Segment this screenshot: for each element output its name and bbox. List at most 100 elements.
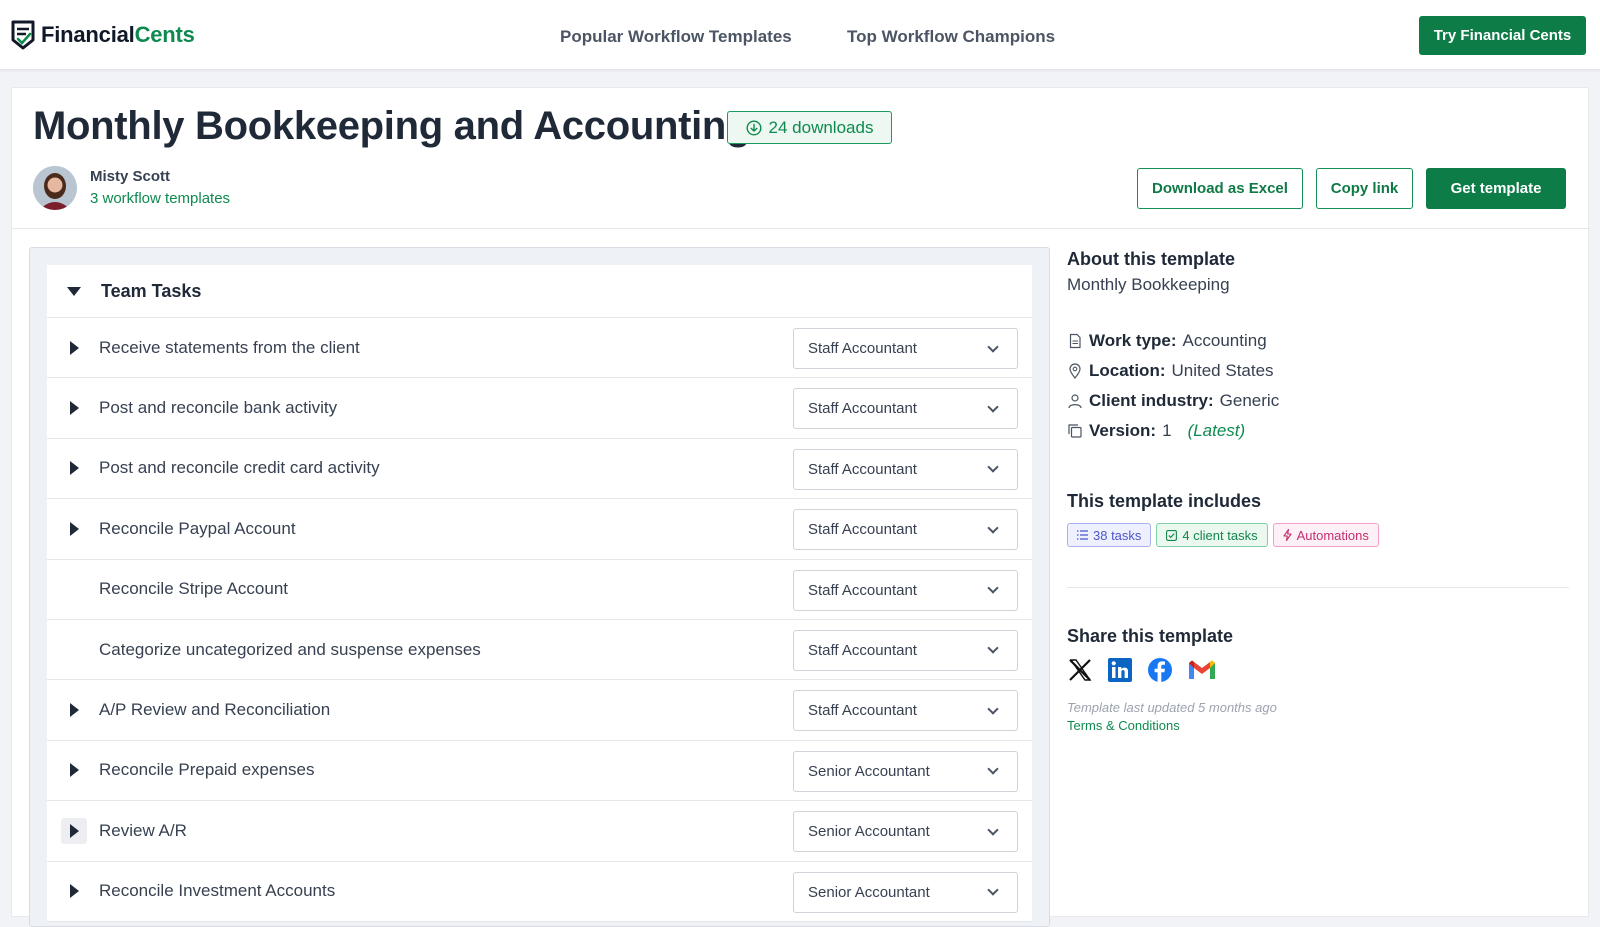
expand-toggle[interactable] [61, 395, 87, 421]
template-card: Monthly Bookkeeping and Accounting 24 do… [11, 87, 1590, 927]
caret-slot [47, 801, 99, 860]
version-label: Version: [1089, 421, 1157, 440]
section-title: Team Tasks [101, 280, 202, 301]
header-divider [12, 228, 1590, 229]
role-dropdown[interactable]: Senior Accountant [793, 871, 1018, 913]
task-row[interactable]: Post and reconcile credit card activity S… [47, 439, 1032, 500]
role-dropdown[interactable]: Senior Accountant [793, 750, 1018, 792]
expand-toggle[interactable] [61, 455, 87, 481]
chevron-down-icon [987, 582, 999, 594]
caret-right-icon [69, 703, 79, 718]
x-icon[interactable] [1067, 657, 1093, 683]
expand-toggle[interactable] [61, 817, 87, 844]
tasks-chip: 38 tasks [1067, 523, 1152, 547]
user-icon [1068, 394, 1082, 409]
nav-popular-templates[interactable]: Popular Workflow Templates [560, 27, 792, 47]
automations-chip: Automations [1272, 523, 1379, 547]
role-dropdown[interactable]: Senior Accountant [793, 811, 1018, 853]
location-row: Location: United States [1067, 361, 1274, 381]
section-header-team-tasks[interactable]: Team Tasks [47, 265, 1032, 318]
caret-down-icon[interactable] [67, 286, 81, 296]
caret-slot [47, 680, 99, 739]
caret-slot [47, 439, 99, 498]
role-dropdown-value: Staff Accountant [808, 460, 917, 478]
share-heading: Share this template [1067, 626, 1234, 646]
task-row[interactable]: Post and reconcile bank activity Staff Ac… [47, 378, 1032, 439]
expand-toggle[interactable] [61, 757, 87, 783]
expand-toggle[interactable] [61, 516, 87, 542]
role-dropdown[interactable]: Staff Accountant [793, 448, 1018, 490]
nav-top-champions[interactable]: Top Workflow Champions [847, 27, 1055, 47]
client-tasks-chip-label: 4 client tasks [1182, 527, 1258, 543]
download-circle-icon [746, 119, 762, 136]
brand-logo[interactable]: FinancialCents [10, 20, 195, 50]
role-dropdown-value: Staff Accountant [808, 400, 917, 418]
role-dropdown[interactable]: Staff Accountant [793, 690, 1018, 732]
role-dropdown-value: Staff Accountant [808, 340, 917, 357]
get-template-button[interactable]: Get template [1426, 168, 1566, 209]
task-row[interactable]: Reconcile Paypal Account Staff Accountant [47, 499, 1032, 560]
caret-right-icon [69, 823, 79, 838]
task-row[interactable]: Reconcile Prepaid expenses Senior Account… [47, 741, 1032, 802]
linkedin-icon[interactable] [1107, 657, 1133, 683]
checkbox-icon [1166, 529, 1178, 541]
caret-right-icon [69, 884, 79, 899]
task-panel: Team Tasks Receive statements from the c… [29, 247, 1050, 927]
logo-mark-icon [11, 20, 35, 50]
chevron-down-icon [987, 884, 999, 896]
gmail-icon[interactable] [1187, 657, 1217, 683]
includes-heading: This template includes [1067, 491, 1262, 511]
chevron-down-icon [987, 461, 999, 473]
role-dropdown-value: Senior Accountant [808, 823, 930, 841]
task-row[interactable]: Categorize uncategorized and suspense ex… [47, 620, 1032, 681]
role-dropdown[interactable]: Staff Accountant [793, 388, 1018, 430]
chevron-down-icon [987, 763, 999, 775]
version-latest-tag: (Latest) [1187, 421, 1246, 440]
copy-link-button[interactable]: Copy link [1316, 168, 1413, 209]
task-row[interactable]: A/P Review and Reconciliation Staff Accou… [47, 680, 1032, 741]
task-row[interactable]: Reconcile Stripe Account Staff Accountant [47, 560, 1032, 620]
avatar [33, 166, 77, 210]
task-list: Team Tasks Receive statements from the c… [47, 265, 1032, 922]
lightning-icon [1283, 529, 1292, 541]
task-row[interactable]: Receive statements from the client Staff … [47, 318, 1032, 379]
task-row[interactable]: Reconcile Investment Accounts Senior Acco… [47, 862, 1032, 922]
top-navbar: FinancialCents Popular Workflow Template… [0, 0, 1600, 70]
facebook-icon[interactable] [1147, 657, 1173, 683]
caret-slot [47, 499, 99, 558]
automations-chip-label: Automations [1296, 527, 1369, 543]
chevron-down-icon [987, 642, 999, 655]
role-dropdown[interactable]: Staff Accountant [793, 509, 1018, 551]
role-dropdown[interactable]: Staff Accountant [793, 328, 1018, 369]
caret-right-icon [69, 401, 79, 416]
client-tasks-chip: 4 client tasks [1156, 523, 1268, 547]
brand-name: FinancialCents [41, 22, 195, 47]
expand-toggle[interactable] [61, 335, 87, 361]
includes-chips: 38 tasks 4 client tasks Automations [1067, 523, 1379, 547]
about-description: Monthly Bookkeeping [1067, 275, 1230, 294]
author-name: Misty Scott [90, 168, 171, 185]
copy-icon [1068, 424, 1082, 438]
version-value: 1 [1162, 421, 1172, 440]
role-dropdown-value: Staff Accountant [808, 581, 917, 599]
terms-link[interactable]: Terms & Conditions [1067, 718, 1180, 733]
location-value: United States [1171, 361, 1274, 380]
industry-label: Client industry: [1089, 391, 1214, 410]
author-templates-link[interactable]: 3 workflow templates [90, 190, 230, 207]
try-financial-cents-button[interactable]: Try Financial Cents [1419, 16, 1586, 55]
expand-toggle[interactable] [61, 878, 87, 904]
role-dropdown-value: Staff Accountant [808, 521, 917, 539]
tasks-chip-label: 38 tasks [1093, 527, 1142, 543]
caret-slot [47, 318, 99, 377]
expand-toggle[interactable] [61, 697, 87, 723]
role-dropdown[interactable]: Staff Accountant [793, 569, 1018, 611]
role-dropdown-value: Staff Accountant [808, 641, 917, 659]
caret-slot [47, 620, 99, 679]
role-dropdown[interactable]: Staff Accountant [793, 629, 1018, 671]
sidebar-divider [1067, 587, 1569, 588]
downloads-count: 24 downloads [768, 117, 874, 137]
task-row[interactable]: Review A/R Senior Accountant [47, 801, 1032, 862]
location-label: Location: [1089, 361, 1166, 380]
download-excel-button[interactable]: Download as Excel [1137, 168, 1303, 209]
work-type-label: Work type: [1089, 331, 1177, 350]
